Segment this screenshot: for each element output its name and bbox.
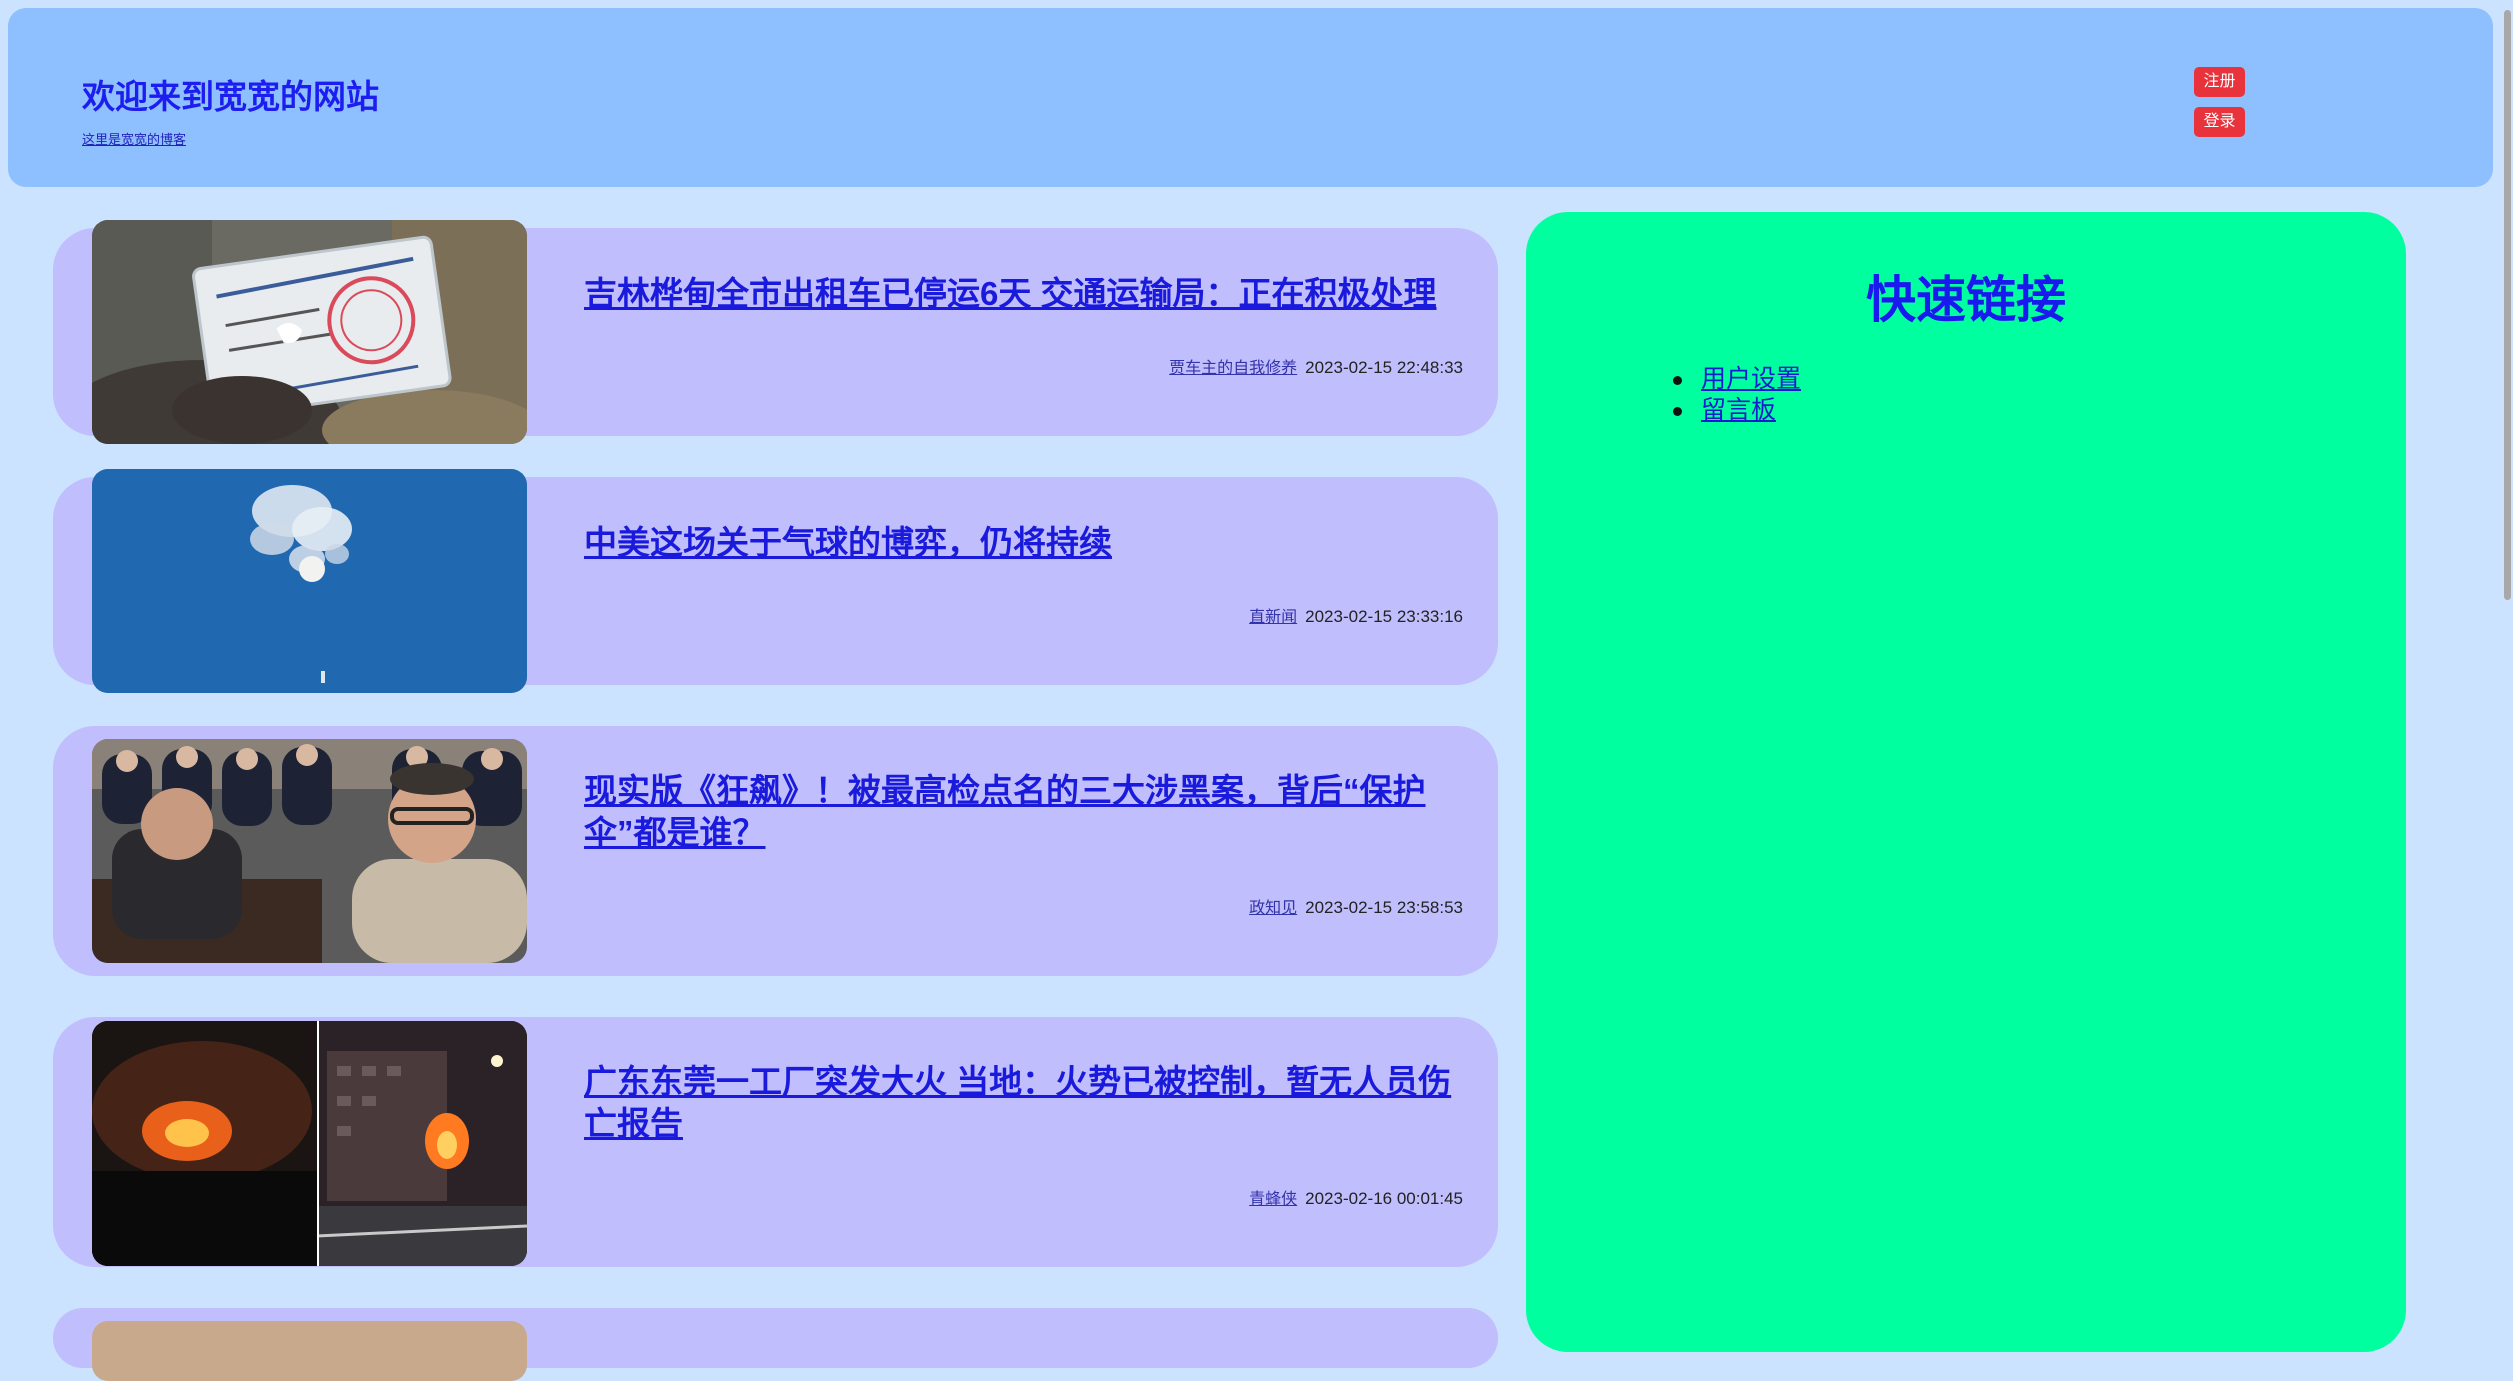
article-author-link[interactable]: 政知见 — [1249, 900, 1297, 917]
article-timestamp: 2023-02-15 23:58:53 — [1305, 898, 1463, 917]
article-timestamp: 2023-02-16 00:01:45 — [1305, 1189, 1463, 1208]
article-meta: 政知见 2023-02-15 23:58:53 — [1249, 894, 1463, 918]
article-card: 中美这场关于气球的博弈，仍将持续 直新闻 2023-02-15 23:33:16 — [53, 469, 1498, 693]
site-title: 欢迎来到宽宽的网站 — [82, 78, 379, 115]
factory-fire-image — [92, 1021, 527, 1266]
article-author-link[interactable]: 青蜂侠 — [1249, 1191, 1297, 1208]
article-title-link[interactable]: 中美这场关于气球的博弈，仍将持续 — [584, 522, 1464, 564]
balloon-sky-image — [92, 469, 527, 693]
article-thumbnail-courtroom[interactable] — [92, 739, 527, 963]
article-card: 吉林桦甸全市出租车已停运6天 交通运输局：正在积极处理 贾车主的自我修养 2023… — [53, 220, 1498, 444]
article-author-link[interactable]: 直新闻 — [1249, 609, 1297, 626]
article-title-link[interactable]: 现实版《狂飙》！被最高检点名的三大涉黑案，背后“保护伞”都是谁？ — [584, 770, 1464, 854]
article-timestamp: 2023-02-15 23:33:16 — [1305, 607, 1463, 626]
quick-links-list: 用户设置 留言板 — [1672, 364, 1801, 426]
article-title-link[interactable]: 广东东莞一工厂突发大火 当地：火势已被控制，暂无人员伤亡报告 — [584, 1061, 1464, 1145]
link-user-settings[interactable]: 用户设置 — [1672, 364, 1801, 395]
sidebar-title: 快速链接 — [1866, 272, 2066, 328]
article-title-link[interactable]: 吉林桦甸全市出租车已停运6天 交通运输局：正在积极处理 — [584, 273, 1464, 315]
courtroom-image — [92, 739, 527, 963]
article-timestamp: 2023-02-15 22:48:33 — [1305, 358, 1463, 377]
article-meta: 青蜂侠 2023-02-16 00:01:45 — [1249, 1185, 1463, 1209]
quick-links-sidebar: 快速链接 用户设置 留言板 — [1526, 212, 2406, 1352]
article-meta: 贾车主的自我修养 2023-02-15 22:48:33 — [1169, 354, 1463, 378]
article-card: 现实版《狂飙》！被最高检点名的三大涉黑案，背后“保护伞”都是谁？ 政知见 2023… — [53, 726, 1498, 976]
link-message-board[interactable]: 留言板 — [1672, 395, 1801, 426]
article-thumbnail-factory-fire[interactable] — [92, 1021, 527, 1266]
login-button[interactable]: 登录 — [2194, 107, 2245, 137]
article-thumbnail[interactable] — [92, 1321, 527, 1381]
page-scrollbar[interactable] — [2504, 10, 2511, 600]
taxi-permit-image — [92, 220, 527, 444]
register-button[interactable]: 注册 — [2194, 67, 2245, 97]
site-subtitle-link[interactable]: 这里是宽宽的博客 — [82, 129, 186, 148]
article-thumbnail-taxi-permit[interactable] — [92, 220, 527, 444]
article-author-link[interactable]: 贾车主的自我修养 — [1169, 360, 1297, 377]
site-header: 欢迎来到宽宽的网站 这里是宽宽的博客 注册 登录 — [8, 8, 2493, 187]
article-meta: 直新闻 2023-02-15 23:33:16 — [1249, 603, 1463, 627]
article-card: 广东东莞一工厂突发大火 当地：火势已被控制，暂无人员伤亡报告 青蜂侠 2023-0… — [53, 1017, 1498, 1267]
article-card — [53, 1308, 1498, 1381]
article-thumbnail-balloon[interactable] — [92, 469, 527, 693]
